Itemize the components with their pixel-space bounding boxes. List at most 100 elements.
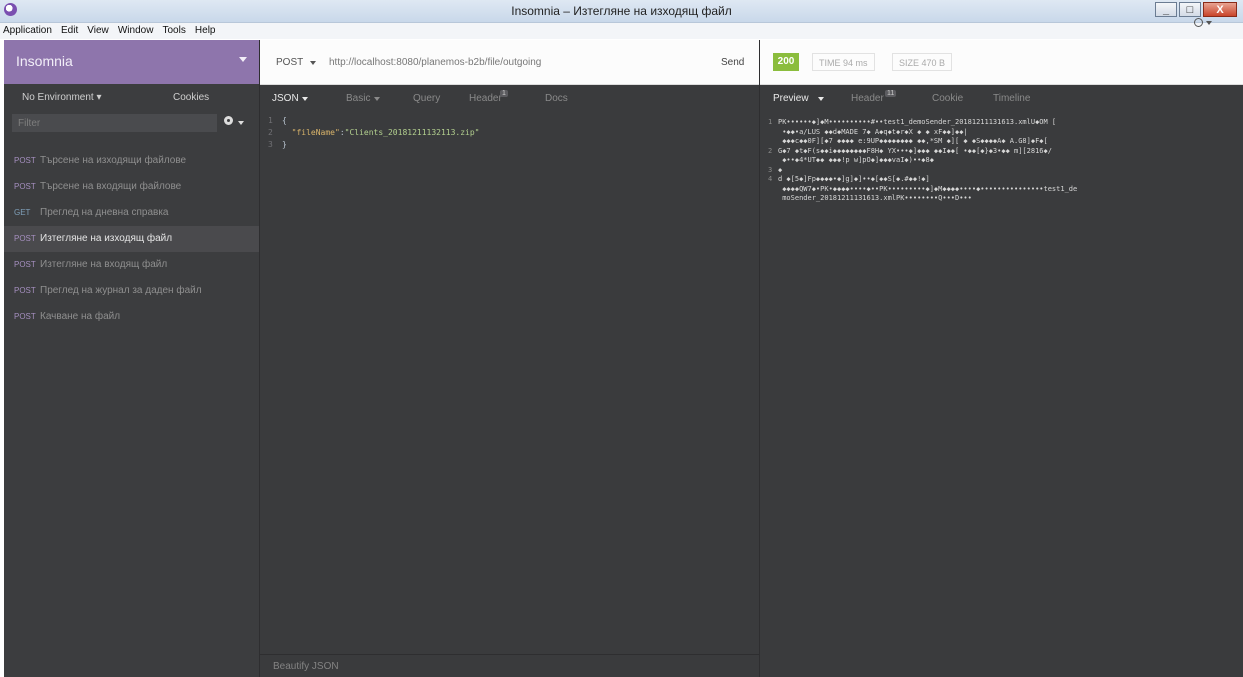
menu-help[interactable]: Help <box>192 23 219 36</box>
request-tabs: JSON Basic Query Header 1 Docs <box>260 85 760 111</box>
list-item[interactable]: POST Изтегляне на изходящ файл <box>4 226 259 252</box>
tab-response-header[interactable]: Header <box>851 93 884 104</box>
tab-docs[interactable]: Docs <box>545 93 568 104</box>
menu-view[interactable]: View <box>84 23 112 36</box>
request-list: POST Търсене на изходящи файлове POST Тъ… <box>4 148 259 330</box>
method-badge: POST <box>14 234 36 243</box>
menu-edit[interactable]: Edit <box>58 23 81 36</box>
menu-application[interactable]: Application <box>0 23 55 36</box>
preview-text: •◆◆•a/LUS ◆◆d◆MADE 7◆ A◆q◆t◆r◆X ◆ ◆ xF◆◆… <box>778 127 968 136</box>
chevron-down-icon <box>1206 21 1212 25</box>
minimize-button[interactable]: _ <box>1155 2 1177 17</box>
method-badge: POST <box>14 156 36 165</box>
chevron-down-icon <box>238 121 244 125</box>
url-input[interactable]: http://localhost:8080/planemos-b2b/file/… <box>329 57 541 68</box>
line-number: 3 <box>268 140 273 149</box>
preview-text: moSender_20181211131613.xmlPK••••••••Q••… <box>778 194 972 202</box>
request-label: Качване на файл <box>40 311 121 322</box>
chevron-down-icon <box>302 97 308 101</box>
code-text: } <box>282 140 287 149</box>
json-key: "fileName" <box>291 128 340 137</box>
line-number: 3 <box>768 165 773 174</box>
request-label: Търсене на изходящи файлове <box>40 155 187 166</box>
list-item[interactable]: POST Търсене на входящи файлове <box>4 174 259 200</box>
response-preview: 1 PK••••••◆]◆M••••••••••#••test1_demoSend… <box>768 118 1243 204</box>
sidebar: Insomnia No Environment ▾ Cookies POST Т… <box>4 40 259 677</box>
gear-icon[interactable] <box>224 116 233 125</box>
cookies-button[interactable]: Cookies <box>173 92 209 103</box>
list-item[interactable]: POST Търсене на изходящи файлове <box>4 148 259 174</box>
list-item[interactable]: POST Преглед на журнал за даден файл <box>4 278 259 304</box>
workspace-header[interactable]: Insomnia <box>4 40 259 84</box>
size-label: SIZE <box>899 58 920 68</box>
url-bar: POST http://localhost:8080/planemos-b2b/… <box>260 40 760 85</box>
window-titlebar: Insomnia – Изтегляне на изходящ файл _ □… <box>0 0 1243 23</box>
menu-tools[interactable]: Tools <box>159 23 188 36</box>
preview-text: G◆7 ◆t◆F(s◆◆i◆◆◆◆◆◆◆◆F8H◆ YX•••◆]◆◆◆ ◆◆I… <box>778 146 1052 155</box>
close-button[interactable]: X <box>1203 2 1237 17</box>
chevron-down-icon <box>374 97 380 101</box>
app-area: Insomnia No Environment ▾ Cookies POST Т… <box>4 40 1243 677</box>
list-item[interactable]: POST Качване на файл <box>4 304 259 330</box>
time-badge: TIME 94 ms <box>812 53 875 71</box>
preview-text: ◆••◆4*UT◆◆ ◆◆◆!p w]pO◆]◆◆◆vaI◆)••◆8◆ <box>778 156 934 164</box>
tab-query[interactable]: Query <box>413 93 440 104</box>
line-number: 1 <box>768 118 773 126</box>
response-tabs: Preview Header 11 Cookie Timeline <box>760 85 1243 111</box>
preview-text: ◆◆◆c◆◆0F][◆7 ◆◆◆◆ e:9UP◆◆◆◆◆◆◆◆ ◆◆,*SM ◆… <box>778 137 1048 145</box>
environment-selector[interactable]: No Environment ▾ <box>22 92 102 103</box>
list-item[interactable]: GET Преглед на дневна справка <box>4 200 259 226</box>
request-label: Изтегляне на входящ файл <box>40 259 168 270</box>
time-label: TIME <box>819 58 841 68</box>
environment-label: No Environment <box>22 92 94 103</box>
tab-header[interactable]: Header <box>469 93 502 104</box>
maximize-button[interactable]: □ <box>1179 2 1201 17</box>
size-value: 470 B <box>921 58 946 68</box>
tab-preview[interactable]: Preview <box>773 93 809 104</box>
method-badge: POST <box>14 182 36 191</box>
tab-cookie[interactable]: Cookie <box>932 93 963 104</box>
chevron-down-icon <box>818 97 824 101</box>
method-selector[interactable]: POST <box>276 57 303 68</box>
request-label: Търсене на входящи файлове <box>40 181 182 192</box>
request-label: Преглед на дневна справка <box>40 207 169 218</box>
preview-text: ◆◆◆◆QW7◆•PK•◆◆◆◆••••◆••PK•••••••••◆]◆M◆◆… <box>778 184 1078 193</box>
header-count-badge: 1 <box>500 90 508 97</box>
menu-bar: Application Edit View Window Tools Help <box>0 23 1243 39</box>
method-badge: POST <box>14 312 36 321</box>
window-controls: _ □ X <box>1155 2 1237 17</box>
list-item[interactable]: POST Изтегляне на входящ файл <box>4 252 259 278</box>
tab-timeline[interactable]: Timeline <box>993 93 1030 104</box>
line-number: 1 <box>268 116 273 125</box>
method-badge: GET <box>14 208 31 217</box>
json-value: "Clients_20181211132113.zip" <box>344 128 480 137</box>
line-number: 4 <box>768 175 773 183</box>
preview-text: PK••••••◆]◆M••••••••••#••test1_demoSende… <box>778 118 1057 126</box>
status-badge: 200 <box>773 53 799 71</box>
filter-input[interactable] <box>12 114 217 132</box>
method-badge: POST <box>14 286 36 295</box>
tab-json[interactable]: JSON <box>272 93 299 104</box>
line-number: 2 <box>268 128 273 137</box>
filter-row <box>4 110 259 138</box>
environment-row: No Environment ▾ Cookies <box>4 84 259 110</box>
beautify-json-button[interactable]: Beautify JSON <box>273 661 339 672</box>
window-title: Insomnia – Изтегляне на изходящ файл <box>511 4 732 18</box>
send-button[interactable]: Send <box>721 57 744 68</box>
line-number: 2 <box>768 146 773 155</box>
json-editor[interactable]: 1{ 2 "fileName":"Clients_20181211132113.… <box>260 110 760 655</box>
header-count-badge: 11 <box>885 90 897 97</box>
request-label: Преглед на журнал за даден файл <box>40 285 202 296</box>
workspace-name: Insomnia <box>16 53 73 69</box>
chevron-down-icon <box>310 61 316 65</box>
response-pane: 200 TIME 94 ms SIZE 470 B Preview Header… <box>759 40 1243 677</box>
request-pane: POST http://localhost:8080/planemos-b2b/… <box>259 40 760 677</box>
editor-footer: Beautify JSON <box>260 654 760 677</box>
request-label: Изтегляне на изходящ файл <box>40 233 173 244</box>
clock-icon[interactable] <box>1194 18 1203 27</box>
code-text: { <box>282 116 287 125</box>
tab-auth[interactable]: Basic <box>346 93 370 104</box>
menu-window[interactable]: Window <box>115 23 157 36</box>
chevron-down-icon <box>239 57 247 62</box>
time-value: 94 ms <box>843 58 868 68</box>
